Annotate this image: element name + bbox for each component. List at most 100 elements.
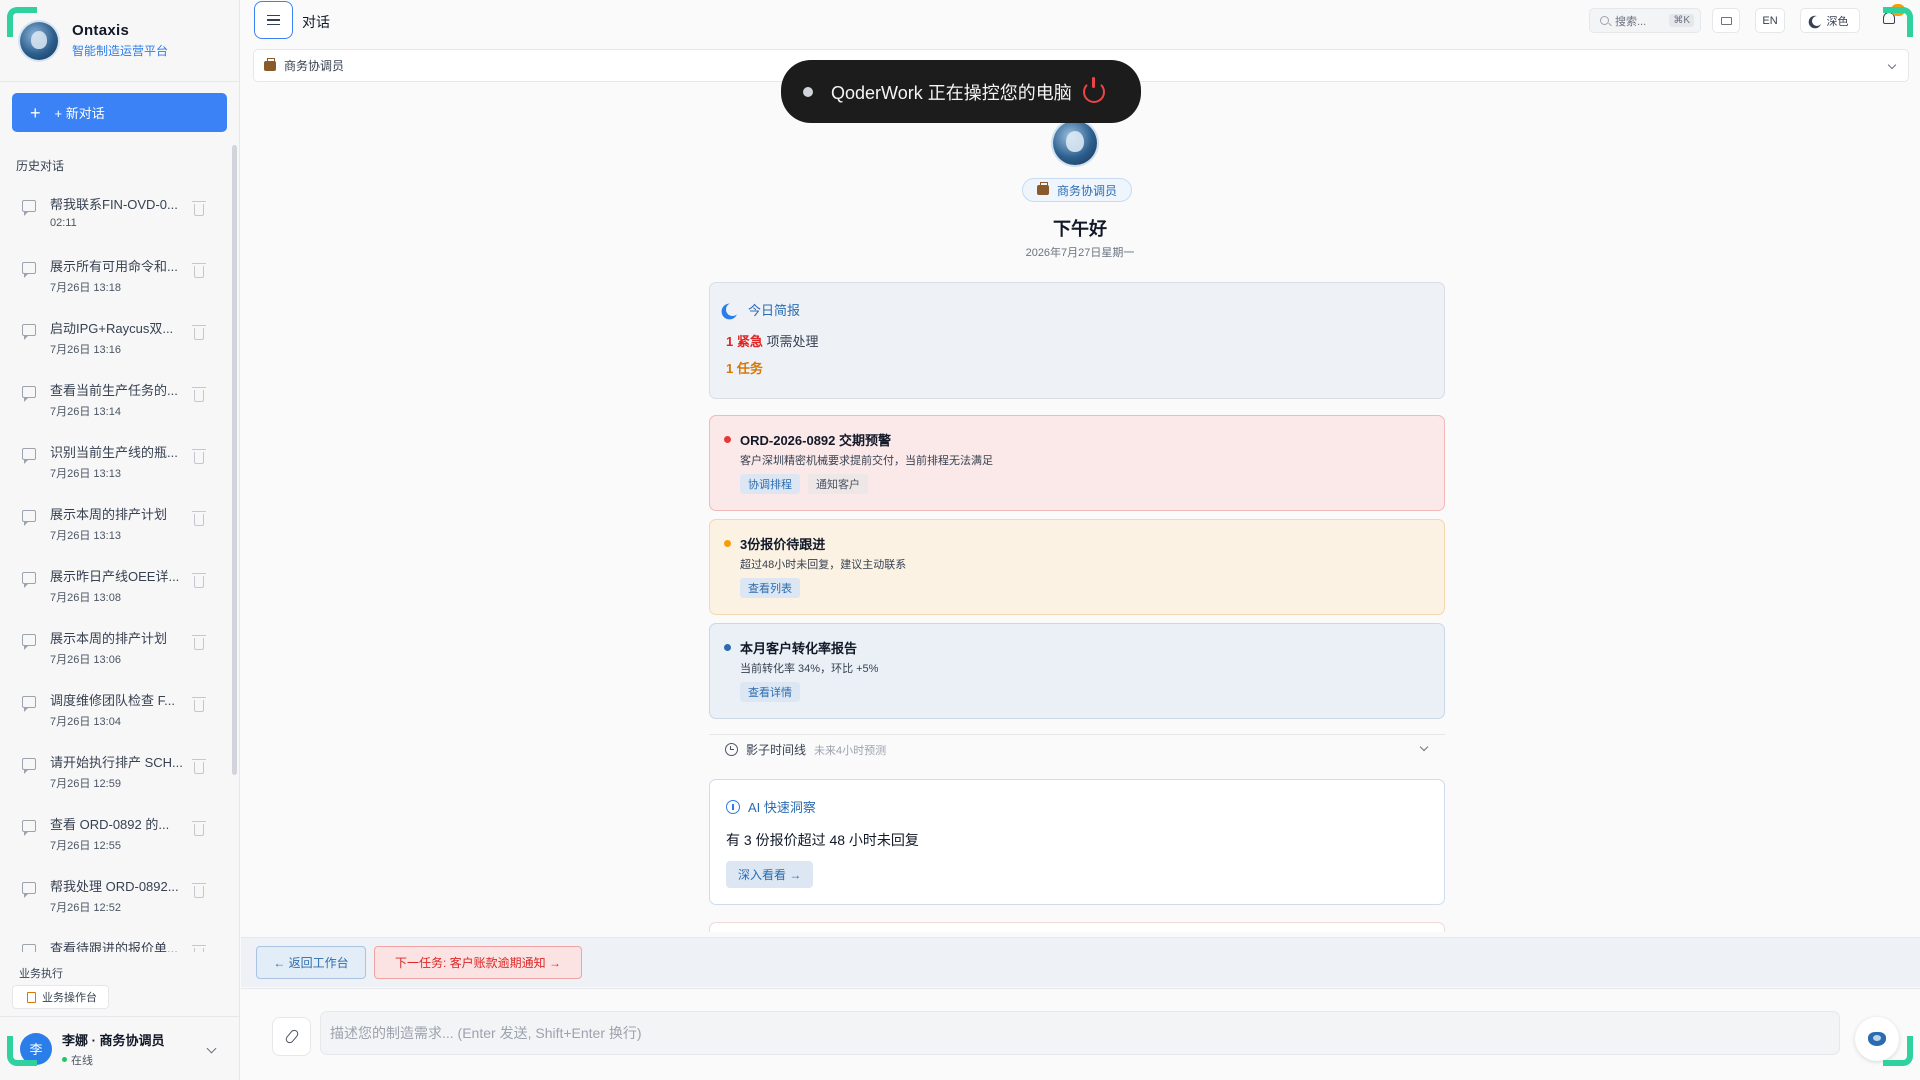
alert-desc: 超过48小时未回复，建议主动联系 [740,559,907,571]
shadow-timeline-sub: 未来4小时预测 [814,744,887,757]
chat-bubble-icon [22,696,36,712]
view-details-button[interactable]: 查看详情 [740,682,800,702]
history-item[interactable]: 帮我联系FIN-OVD-0... 02:11 [0,182,230,244]
shadow-timeline-toggle[interactable]: 影子时间线 未来4小时预测 [709,734,1445,764]
history-item[interactable]: 帮我处理 ORD-0892... 7月26日 12:52 [0,864,230,926]
trash-icon[interactable] [192,883,206,898]
trash-icon[interactable] [192,263,206,278]
history-title-text: 查看 ORD-0892 的... [50,817,170,832]
user-name: 李娜 · 商务协调员 [62,1032,165,1048]
sidebar-scrollbar[interactable] [232,145,237,775]
chat-bubble-icon [22,324,36,340]
chat-bubble-icon [22,448,36,464]
alert-title: ORD-2026-0892 交期预警 [740,433,891,448]
history-item[interactable]: 识别当前生产线的瓶... 7月26日 13:13 [0,430,230,492]
history-title-text: 查看当前生产任务的... [50,383,178,398]
ai-insight-header: AI 快速洞察 [726,797,816,816]
search-shortcut: ⌘K [1669,14,1694,27]
trash-icon[interactable] [192,697,206,712]
history-time: 7月26日 13:04 [50,716,121,728]
history-item[interactable]: 展示所有可用命令和... 7月26日 13:18 [0,244,230,306]
clock-icon [725,743,738,756]
trash-icon[interactable] [192,573,206,588]
display-button[interactable] [1712,8,1740,33]
next-card-peek [709,922,1445,932]
history-item[interactable]: 展示昨日产线OEE详... 7月26日 13:08 [0,554,230,616]
urgent-label: 紧急 [736,334,763,349]
chat-bubble-icon [22,758,36,774]
history-time: 7月26日 13:16 [50,344,121,356]
ai-insight-card: AI 快速洞察 有 3 份报价超过 48 小时未回复 深入看看 → [709,779,1445,905]
history-title-text: 展示所有可用命令和... [50,259,178,274]
language-button[interactable]: EN [1755,8,1785,33]
alert-title: 本月客户转化率报告 [740,641,858,656]
history-item[interactable]: 查看 ORD-0892 的... 7月26日 12:55 [0,802,230,864]
alert-title: 3份报价待跟进 [740,537,826,552]
theme-toggle-button[interactable]: 深色 [1800,8,1860,33]
sidebar: Ontaxis 智能制造运营平台 + + 新对话 历史对话 帮我联系FIN-OV… [0,0,240,1080]
hamburger-icon [267,14,280,17]
history-item[interactable]: 请开始执行排产 SCH... 7月26日 12:59 [0,740,230,802]
notify-customer-button[interactable]: 通知客户 [808,474,868,494]
history-time: 7月26日 12:55 [50,840,121,852]
app-subtitle: 智能制造运营平台 [72,44,169,58]
history-time: 7月26日 13:08 [50,592,121,604]
alert-desc: 当前转化率 34%，环比 +5% [740,663,879,675]
chat-bubble-icon [22,262,36,278]
history-title-text: 帮我联系FIN-OVD-0... [50,197,178,212]
alert-card: 3份报价待跟进 超过48小时未回复，建议主动联系 查看列表 [709,519,1445,615]
back-to-workbench-button[interactable]: ← 返回工作台 [256,946,366,979]
trash-icon[interactable] [192,945,206,952]
menu-toggle-button[interactable] [254,1,293,39]
trash-icon[interactable] [192,325,206,340]
trash-icon[interactable] [192,635,206,650]
history-time: 7月26日 13:13 [50,530,121,542]
history-item[interactable]: 启动IPG+Raycus双... 7月26日 13:16 [0,306,230,368]
next-task-button[interactable]: 下一任务: 客户账款逾期通知 → [374,946,582,979]
chat-bubble-icon [22,944,36,952]
power-icon[interactable] [1083,77,1105,103]
ai-insight-text: 有 3 份报价超过 48 小时未回复 [726,832,919,848]
task-action-bar: ← 返回工作台 下一任务: 客户账款逾期通知 → [241,937,1920,987]
status-dot-icon [803,86,813,97]
topbar: 对话 搜索... ⌘K EN 深色 36 [241,0,1920,40]
chat-bubble-icon [22,820,36,836]
biz-console-button[interactable]: 业务操作台 [12,985,109,1009]
message-input[interactable]: 描述您的制造需求... (Enter 发送, Shift+Enter 换行) [320,1011,1840,1055]
coordinate-schedule-button[interactable]: 协调排程 [740,474,800,494]
remote-control-text: QoderWork 正在操控您的电脑 [831,82,1072,103]
search-input[interactable]: 搜索... ⌘K [1589,8,1701,33]
deep-dive-button[interactable]: 深入看看 → [726,861,814,888]
history-title-text: 展示昨日产线OEE详... [50,569,180,584]
app-name: Ontaxis [72,22,130,39]
trash-icon[interactable] [192,821,206,836]
history-item[interactable]: 调度维修团队检查 F... 7月26日 13:04 [0,678,230,740]
monitor-icon [1720,16,1732,25]
chat-bubble-icon [22,882,36,898]
search-icon [1600,16,1609,25]
history-time: 7月26日 13:06 [50,654,121,666]
user-status-text: 在线 [71,1054,93,1067]
trash-icon[interactable] [192,387,206,402]
brief-header: 今日简报 [726,300,800,319]
role-chip-label: 商务协调员 [1056,183,1117,198]
history-title-text: 查看待跟进的报价单... [50,941,178,952]
composer: 描述您的制造需求... (Enter 发送, Shift+Enter 换行) [241,988,1920,1080]
shadow-timeline-label: 影子时间线 [746,743,807,757]
history-item[interactable]: 查看当前生产任务的... 7月26日 13:14 [0,368,230,430]
history-title-text: 调度维修团队检查 F... [50,693,175,708]
trash-icon[interactable] [192,449,206,464]
new-chat-button[interactable]: + + 新对话 [12,93,227,132]
history-item[interactable]: 展示本周的排产计划 7月26日 13:13 [0,492,230,554]
search-placeholder: 搜索... [1615,15,1647,28]
trash-icon[interactable] [192,201,206,216]
trash-icon[interactable] [192,511,206,526]
view-list-button[interactable]: 查看列表 [740,578,800,598]
history-item[interactable]: 查看待跟进的报价单... [0,926,230,952]
trash-icon[interactable] [192,759,206,774]
chevron-down-icon[interactable] [206,1043,217,1054]
attach-button[interactable] [272,1017,311,1056]
paperclip-icon [283,1028,300,1045]
new-chat-label: + 新对话 [54,106,105,121]
history-item[interactable]: 展示本周的排产计划 7月26日 13:06 [0,616,230,678]
